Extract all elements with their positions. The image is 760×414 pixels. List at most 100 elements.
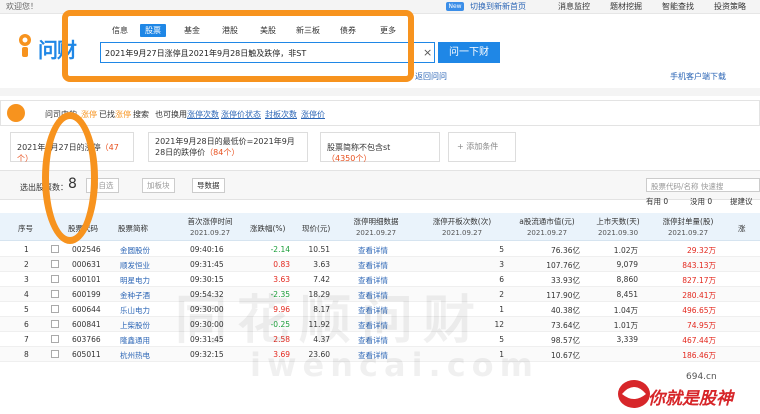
stock-code: 600101 <box>72 275 101 284</box>
clear-icon[interactable]: × <box>423 46 432 59</box>
stock-code: 600841 <box>72 320 101 329</box>
col-header[interactable]: 首次涨停时间 2021.09.27 <box>170 216 250 237</box>
useless-filter[interactable]: 没用 0 <box>690 196 712 207</box>
col-header[interactable]: 序号 <box>18 223 33 234</box>
view-detail-link[interactable]: 查看详情 <box>358 245 388 256</box>
float-market-cap: 107.76亿 <box>546 261 580 270</box>
row-checkbox[interactable] <box>51 305 59 313</box>
col-header[interactable]: 涨停开板次数(次) 2021.09.27 <box>420 216 504 237</box>
col-header[interactable]: 涨跌幅(%) <box>250 223 285 234</box>
add-plate-button[interactable]: 加板块 <box>142 178 175 193</box>
switch-homepage-link[interactable]: 切换到新新首页 <box>470 1 526 12</box>
stock-code: 000631 <box>72 260 101 269</box>
highlight-oval <box>42 112 98 244</box>
top-link-strategy[interactable]: 投资策略 <box>714 1 746 12</box>
export-button[interactable]: 导数据 <box>192 178 225 193</box>
stock-code: 600644 <box>72 305 101 314</box>
row-checkbox[interactable] <box>51 290 59 298</box>
hint-text-4: 也可换用 <box>155 110 187 119</box>
hint-link-limit-price[interactable]: 涨停价 <box>301 109 325 120</box>
listing-days: 9,079 <box>616 260 638 269</box>
seal-volume: 496.65万 <box>682 306 716 315</box>
row-checkbox[interactable] <box>51 260 59 268</box>
col-header[interactable]: 现价(元) <box>302 223 330 234</box>
watermark-url: iwencai.com <box>250 346 539 384</box>
stock-name[interactable]: 杭州热电 <box>120 350 150 361</box>
float-market-cap: 33.93亿 <box>551 276 580 285</box>
condition-chip[interactable]: 股票简称不包含st （4350个） <box>320 132 440 163</box>
float-market-cap: 76.36亿 <box>551 246 580 255</box>
seal-volume: 827.17万 <box>682 276 716 285</box>
stock-name[interactable]: 隆鑫通用 <box>120 335 150 346</box>
hint-link-limit-count[interactable]: 涨停次数 <box>187 109 219 120</box>
stock-name[interactable]: 明星电力 <box>120 275 150 286</box>
open-count: 5 <box>499 245 504 254</box>
listing-days: 1.02万 <box>613 246 638 255</box>
stock-code: 002546 <box>72 245 101 254</box>
row-checkbox[interactable] <box>51 320 59 328</box>
seal-volume: 843.13万 <box>682 261 716 270</box>
useful-filter[interactable]: 有用 0 <box>646 196 668 207</box>
listing-days: 8,860 <box>616 275 638 284</box>
listing-days: 3,339 <box>616 335 638 344</box>
table-row[interactable]: 2 000631 顺发恒业 09:31:45 0.83 3.63 查看详情 3 107.76亿 9… <box>0 257 760 272</box>
hint-link-limit-status[interactable]: 涨停价状态 <box>221 109 261 120</box>
suggest-link[interactable]: 提建议 <box>730 196 753 207</box>
corner-slogan: 你就是股神 <box>648 389 733 409</box>
row-index: 1 <box>24 245 29 254</box>
hint-keyword-2: 涨停 <box>115 110 131 119</box>
row-checkbox[interactable] <box>51 350 59 358</box>
stock-name[interactable]: 乐山电力 <box>120 305 150 316</box>
condition-chip[interactable]: 2021年9月28日的最低价=2021年9月28日的跌停价（84个） <box>148 132 308 162</box>
stock-name[interactable]: 上柴股份 <box>120 320 150 331</box>
corner-site: 694.cn <box>686 372 717 382</box>
add-condition-button[interactable]: + 添加条件 <box>448 132 516 162</box>
hint-keyword-1: 涨停 <box>81 110 97 119</box>
divider <box>0 88 760 96</box>
watermark: 同花顺问财 <box>175 291 486 351</box>
col-header[interactable]: 股票简称 <box>118 223 148 234</box>
row-checkbox[interactable] <box>51 335 59 343</box>
top-link-theme[interactable]: 题材挖掘 <box>610 1 642 12</box>
hint-link-seal-count[interactable]: 封板次数 <box>265 109 297 120</box>
col-header[interactable]: 涨停封单量(股) 2021.09.27 <box>654 216 722 237</box>
top-link-smart-find[interactable]: 智能查找 <box>662 1 694 12</box>
stock-name[interactable]: 金种子酒 <box>120 290 150 301</box>
back-link[interactable]: 返回问问 <box>415 71 447 82</box>
stock-name[interactable]: 顺发恒业 <box>120 260 150 271</box>
col-header[interactable]: 上市天数(天) 2021.09.30 <box>588 216 648 237</box>
hint-text-3: 搜索 <box>133 110 149 119</box>
col-header[interactable]: 涨 <box>738 223 746 234</box>
table-row[interactable]: 1 002546 金圆股份 09:40:16 -2.14 10.51 查看详情 5 76.36亿… <box>0 242 760 257</box>
welcome-text: 欢迎您！ <box>6 2 38 11</box>
condition-count: （4350个） <box>327 154 372 163</box>
col-header[interactable]: a股流通市值(元) 2021.09.27 <box>508 216 586 237</box>
first-limit-time: 09:40:16 <box>190 245 224 254</box>
view-detail-link[interactable]: 查看详情 <box>358 260 388 271</box>
current-price: 3.63 <box>313 260 330 269</box>
top-link-monitor[interactable]: 消息监控 <box>558 1 590 12</box>
ask-button[interactable]: 问一下财 <box>438 42 500 63</box>
seal-volume: 186.46万 <box>682 351 716 360</box>
change-percent: -2.14 <box>270 245 290 254</box>
float-market-cap: 73.64亿 <box>551 321 580 330</box>
bulb-icon <box>7 104 25 122</box>
listing-days: 1.04万 <box>613 306 638 315</box>
seal-volume: 467.44万 <box>682 336 716 345</box>
row-index: 2 <box>24 260 29 269</box>
row-checkbox[interactable] <box>51 275 59 283</box>
row-index: 5 <box>24 305 29 314</box>
mobile-download-link[interactable]: 手机客户端下载 <box>670 71 726 82</box>
condition-count: （84个） <box>205 148 240 157</box>
stock-code: 600199 <box>72 290 101 299</box>
stock-name[interactable]: 金圆股份 <box>120 245 150 256</box>
row-checkbox[interactable] <box>51 245 59 253</box>
table-search-input[interactable]: 股票代码/名称 快速搜 <box>646 178 760 192</box>
row-index: 4 <box>24 290 29 299</box>
first-limit-time: 09:31:45 <box>190 260 224 269</box>
table-header: 序号 股票代码 股票简称 首次涨停时间 2021.09.27 涨跌幅(%) 现价(… <box>0 213 760 241</box>
float-market-cap: 40.38亿 <box>551 306 580 315</box>
listing-days: 1.01万 <box>613 321 638 330</box>
seal-volume: 74.95万 <box>687 321 716 330</box>
col-header[interactable]: 涨停明细数据 2021.09.27 <box>336 216 416 237</box>
